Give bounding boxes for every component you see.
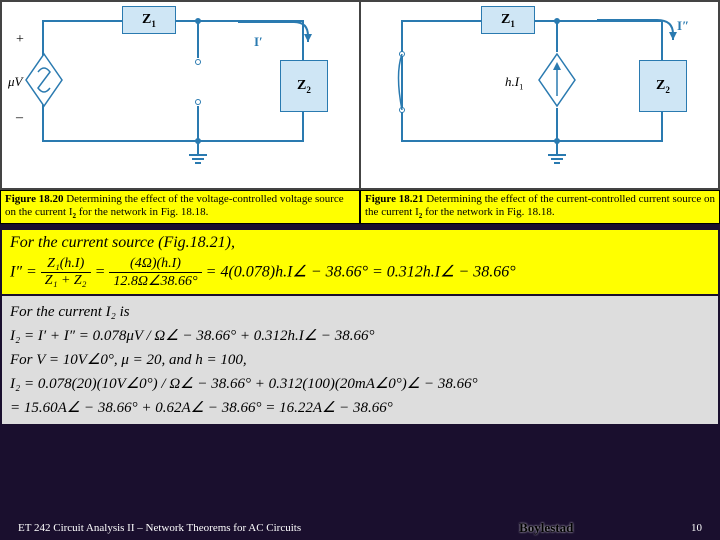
source-label: h.I1 [505, 74, 523, 92]
captions-row: Figure 18.20 Determining the effect of t… [0, 190, 720, 224]
equation-line: = 15.60A∠ − 38.66° + 0.62A∠ − 38.66° = 1… [10, 396, 710, 420]
equation-line: For V = 10V∠0°, μ = 20, and h = 100, [10, 348, 710, 372]
equation-line: I₂ = I′ + I″ = 0.078μV / Ω∠ − 38.66° + 0… [10, 324, 710, 348]
dependent-voltage-source-icon [24, 52, 64, 108]
current-arrow-icon [595, 16, 685, 46]
page-number: 10 [672, 522, 702, 534]
open-terminal-icon [195, 59, 201, 65]
impedance-z2-box: Z2 [280, 60, 328, 112]
equation-line: I₂ = 0.078(20)(10V∠0°) / Ω∠ − 38.66° + 0… [10, 372, 710, 396]
current-i-prime-label: I′ [254, 34, 263, 50]
circuits-row: Z1 Z2 μV + – I′ [0, 0, 720, 190]
caption-fig-18-20: Figure 18.20 Determining the effect of t… [0, 190, 360, 224]
impedance-z2-box: Z2 [639, 60, 687, 112]
short-connector-icon [393, 54, 411, 110]
caption-fig-18-21: Figure 18.21 Determining the effect of t… [360, 190, 720, 224]
equation-lead: For the current source (Fig.18.21), [10, 234, 710, 252]
impedance-z1-box: Z1 [122, 6, 176, 34]
current-arrow-icon [236, 18, 320, 48]
dependent-current-source-icon [537, 52, 577, 108]
plus-sign: + [16, 32, 24, 48]
minus-sign: – [16, 110, 23, 126]
author-name: Boylestad [420, 520, 672, 536]
course-title: ET 242 Circuit Analysis II – Network The… [18, 522, 420, 534]
equation-block-2: For the current I₂ is I₂ = I′ + I″ = 0.0… [2, 296, 718, 424]
current-i-double-prime-label: I″ [677, 18, 689, 34]
open-terminal-icon [195, 99, 201, 105]
slide-footer: ET 242 Circuit Analysis II – Network The… [0, 516, 720, 540]
circuit-fig-18-21: Z1 Z2 h.I1 I″ [360, 1, 719, 189]
equation-block-1: For the current source (Fig.18.21), I″ =… [2, 230, 718, 294]
equation-line: I″ = Z₁(h.I)Z₁ + Z₂ = (4Ω)(h.I)12.8Ω∠38.… [10, 256, 710, 290]
source-label: μV [8, 74, 22, 90]
impedance-z1-box: Z1 [481, 6, 535, 34]
equation-line: For the current I₂ is [10, 300, 710, 324]
circuit-fig-18-20: Z1 Z2 μV + – I′ [1, 1, 360, 189]
